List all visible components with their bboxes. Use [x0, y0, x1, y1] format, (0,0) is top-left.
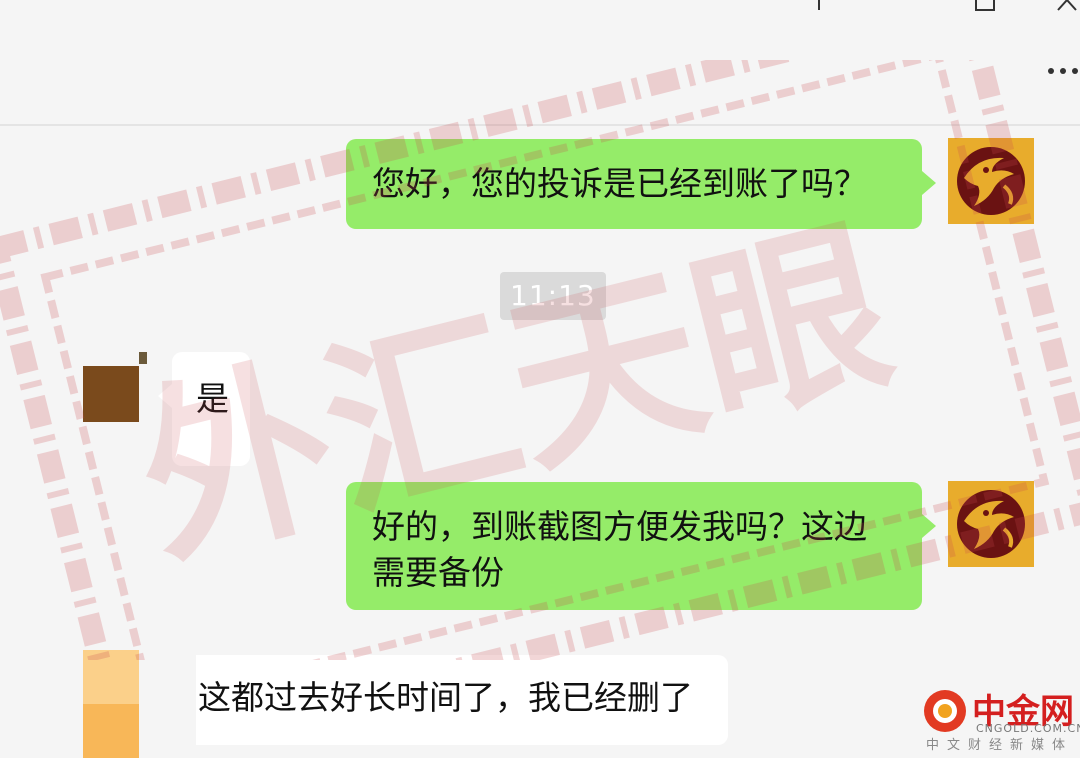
close-icon[interactable]	[1052, 0, 1080, 12]
brand-watermark: 中金网 CNGOLD.COM.CN 中文财经新媒体	[920, 684, 1080, 758]
bubble-tail	[922, 171, 936, 195]
avatar-self[interactable]	[948, 481, 1034, 567]
pin-icon[interactable]	[804, 0, 834, 12]
eagle-logo-icon	[957, 147, 1025, 215]
message-bubble-received[interactable]: 这都过去好长时间了，我已经删了	[196, 655, 728, 745]
eagle-logo-icon	[957, 490, 1025, 558]
chat-header	[0, 0, 1080, 124]
brand-subtitle: 中文财经新媒体	[926, 738, 1074, 753]
more-icon[interactable]	[1046, 62, 1080, 74]
maximize-icon[interactable]	[970, 0, 1000, 12]
message-text: 这都过去好长时间了，我已经删了	[198, 678, 693, 717]
minimize-icon[interactable]	[888, 0, 918, 12]
avatar-self[interactable]	[948, 138, 1034, 224]
cngold-logo-icon	[924, 690, 966, 732]
bubble-tail	[922, 514, 936, 538]
avatar-contact[interactable]	[83, 650, 139, 758]
